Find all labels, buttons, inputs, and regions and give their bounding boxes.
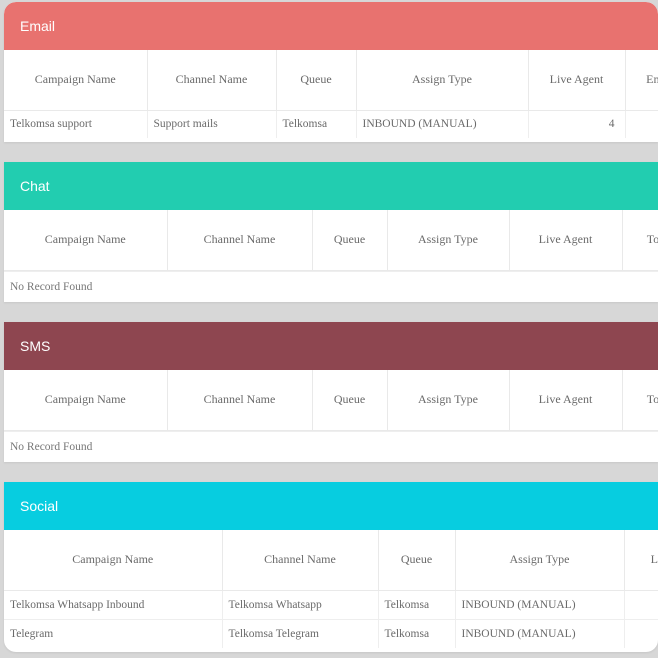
- table-row[interactable]: Telkomsa support Support mails Telkomsa …: [4, 109, 658, 138]
- column-header-queue[interactable]: Queue: [378, 530, 456, 591]
- column-header-channel-name[interactable]: Channel Name: [222, 530, 379, 591]
- cell-channel-name: Telkomsa Telegram: [222, 618, 379, 648]
- column-header-email[interactable]: Em: [625, 50, 658, 111]
- column-header-queue[interactable]: Queue: [312, 370, 388, 431]
- column-header-live-agent[interactable]: Live Agent: [509, 370, 623, 431]
- social-panel: Social Campaign Name Channel Name Queue …: [4, 482, 658, 652]
- column-header-campaign-name[interactable]: Campaign Name: [4, 530, 223, 591]
- cell-channel-name: Telkomsa Whatsapp: [222, 589, 379, 619]
- social-panel-header: Social: [4, 482, 658, 530]
- column-header-assign-type[interactable]: Assign Type: [455, 530, 625, 591]
- column-header-campaign-name[interactable]: Campaign Name: [4, 210, 168, 271]
- table-row[interactable]: Telkomsa Whatsapp Inbound Telkomsa Whats…: [4, 589, 658, 619]
- column-header-live-agent[interactable]: Live Agent: [528, 50, 626, 111]
- column-header-campaign-name[interactable]: Campaign Name: [4, 370, 168, 431]
- column-header-assign-type[interactable]: Assign Type: [356, 50, 529, 111]
- cell-queue: Telkomsa: [276, 109, 357, 138]
- column-header-channel-name[interactable]: Channel Name: [147, 50, 277, 111]
- column-header-queue[interactable]: Queue: [276, 50, 357, 111]
- cell-queue: Telkomsa: [378, 589, 456, 619]
- no-record-message: No Record Found: [4, 270, 658, 301]
- sms-panel: SMS Campaign Name Channel Name Queue Ass…: [4, 322, 658, 462]
- column-header-total[interactable]: To: [622, 370, 658, 431]
- cell-assign-type: INBOUND (MANUAL): [455, 589, 625, 619]
- social-table: Campaign Name Channel Name Queue Assign …: [4, 530, 658, 648]
- chat-panel: Chat Campaign Name Channel Name Queue As…: [4, 162, 658, 302]
- column-header-live-agent[interactable]: Live Agent: [509, 210, 623, 271]
- column-header-total[interactable]: To: [622, 210, 658, 271]
- table-row[interactable]: Telegram Telkomsa Telegram Telkomsa INBO…: [4, 618, 658, 648]
- social-panel-title: Social: [20, 498, 59, 514]
- column-header-campaign-name[interactable]: Campaign Name: [4, 50, 148, 111]
- sms-table: Campaign Name Channel Name Queue Assign …: [4, 370, 658, 431]
- cell-assign-type: INBOUND (MANUAL): [356, 109, 529, 138]
- email-panel-header: Email: [4, 2, 658, 50]
- sms-panel-title: SMS: [20, 338, 51, 354]
- cell-live-agent: 4: [528, 109, 626, 138]
- email-table: Campaign Name Channel Name Queue Assign …: [4, 50, 658, 138]
- column-header-queue[interactable]: Queue: [312, 210, 388, 271]
- no-record-message: No Record Found: [4, 430, 658, 461]
- cell-channel-name: Support mails: [147, 109, 277, 138]
- cell-campaign-name: Telegram: [4, 618, 223, 648]
- email-panel-title: Email: [20, 18, 56, 34]
- chat-table: Campaign Name Channel Name Queue Assign …: [4, 210, 658, 271]
- column-header-assign-type[interactable]: Assign Type: [387, 370, 510, 431]
- column-header-live-agent[interactable]: Liv: [624, 530, 658, 591]
- column-header-channel-name[interactable]: Channel Name: [167, 370, 313, 431]
- email-panel: Email Campaign Name Channel Name Queue A…: [4, 2, 658, 142]
- cell-queue: Telkomsa: [378, 618, 456, 648]
- cell-campaign-name: Telkomsa Whatsapp Inbound: [4, 589, 223, 619]
- cell-live-agent: [624, 589, 658, 619]
- cell-assign-type: INBOUND (MANUAL): [455, 618, 625, 648]
- cell-email: [625, 109, 658, 138]
- chat-panel-header: Chat: [4, 162, 658, 210]
- cell-live-agent: [624, 618, 658, 648]
- sms-panel-header: SMS: [4, 322, 658, 370]
- chat-panel-title: Chat: [20, 178, 50, 194]
- column-header-assign-type[interactable]: Assign Type: [387, 210, 510, 271]
- cell-campaign-name: Telkomsa support: [4, 109, 148, 138]
- column-header-channel-name[interactable]: Channel Name: [167, 210, 313, 271]
